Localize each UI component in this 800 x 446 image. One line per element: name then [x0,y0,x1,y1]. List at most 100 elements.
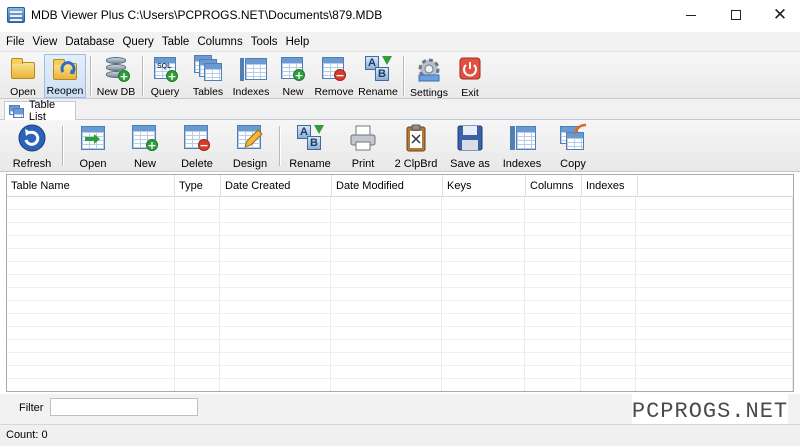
exit-button[interactable]: Exit [455,54,485,99]
copy-table-button[interactable]: Copy [556,123,590,171]
empty-grid-cell [331,288,442,300]
empty-grid-cell [7,340,175,352]
empty-grid-cell [220,249,332,261]
open-label: Open [10,86,36,98]
empty-grid-cell [331,249,442,261]
tables-button[interactable]: Tables [190,54,226,98]
new-table-label: New [133,158,156,170]
copy-table-icon [558,123,588,153]
reopen-label: Reopen [46,85,84,97]
save-as-button[interactable]: Save as [446,123,494,171]
empty-grid-cell [175,327,221,339]
empty-grid-cell [636,236,793,248]
query-button[interactable]: SQL + Query [148,54,182,98]
empty-grid-cell [175,314,221,326]
empty-grid-cell [525,223,581,235]
empty-grid-cell [175,223,221,235]
close-icon: ✕ [772,4,788,25]
empty-grid-cell [7,353,175,365]
status-bar: Count: 0 [0,424,800,446]
empty-grid-cell [581,236,637,248]
menu-columns[interactable]: Columns [193,33,246,51]
tables-icon [194,55,222,82]
empty-grid-cell [581,262,637,274]
empty-grid-cell [220,301,332,313]
empty-grid-cell [175,340,221,352]
menu-file[interactable]: File [2,33,29,51]
menu-bar: File View Database Query Table Columns T… [0,32,800,52]
menu-query[interactable]: Query [118,33,157,51]
empty-grid-cell [442,249,525,261]
empty-grid-cell [581,327,637,339]
empty-grid-cell [442,223,525,235]
maximize-button[interactable] [713,0,759,30]
close-button[interactable]: ✕ [757,0,800,30]
empty-grid-cell [7,379,175,391]
empty-grid-cell [636,366,793,378]
new-db-button[interactable]: + New DB [96,54,136,98]
empty-grid-cell [331,327,442,339]
empty-grid-row [7,379,793,391]
empty-grid-cell [175,275,221,287]
open-button[interactable]: Open [6,54,40,98]
new-table-button[interactable]: + New [278,54,308,98]
col-header-date-created[interactable]: Date Created [221,175,332,197]
tab-table-list[interactable]: Table List [4,99,76,123]
empty-grid-cell [331,366,442,378]
window-title: MDB Viewer Plus C:\Users\PCPROGS.NET\Doc… [31,8,383,22]
col-header-date-modified[interactable]: Date Modified [332,175,443,197]
empty-grid-cell [525,327,581,339]
empty-grid-row [7,275,793,288]
col-header-type[interactable]: Type [175,175,221,197]
refresh-button[interactable]: Refresh [10,123,54,171]
empty-grid-cell [331,223,442,235]
empty-grid-row [7,366,793,379]
col-header-table-name[interactable]: Table Name [7,175,175,197]
empty-grid-cell [636,327,793,339]
copy-to-clipboard-button[interactable]: 2 ClpBrd [392,123,440,171]
rename-table-button[interactable]: AB Rename [357,54,399,98]
menu-database[interactable]: Database [61,33,118,51]
reopen-button[interactable]: Reopen [44,54,86,98]
empty-grid-cell [7,314,175,326]
empty-grid-cell [636,288,793,300]
empty-grid-cell [636,353,793,365]
menu-help[interactable]: Help [282,33,314,51]
empty-grid-cell [525,314,581,326]
filter-input[interactable] [50,398,198,416]
delete-table-button[interactable]: − Delete [178,123,216,171]
empty-grid-cell [7,288,175,300]
col-header-columns[interactable]: Columns [526,175,582,197]
print-button[interactable]: Print [348,123,378,171]
empty-grid-cell [636,262,793,274]
empty-grid-cell [581,210,637,222]
col-header-keys[interactable]: Keys [443,175,526,197]
toolbar-divider [279,126,280,166]
reopen-folder-icon [51,56,79,81]
settings-button[interactable]: Settings [408,54,450,99]
indexes-button[interactable]: Indexes [230,54,272,98]
open-table-button[interactable]: Open [76,123,110,171]
empty-grid-cell [7,366,175,378]
table-indexes-button[interactable]: Indexes [498,123,546,171]
empty-grid-row [7,197,793,210]
tab-strip: Table List [0,99,800,123]
empty-grid-cell [331,275,442,287]
col-header-indexes[interactable]: Indexes [582,175,638,197]
empty-grid-cell [175,288,221,300]
empty-grid-cell [331,314,442,326]
empty-grid-cell [442,288,525,300]
new-db-label: New DB [96,86,136,98]
new-table-record-button[interactable]: + New [130,123,160,171]
menu-table[interactable]: Table [158,33,194,51]
rename-ab-icon: AB [295,123,325,153]
empty-grid-cell [581,301,637,313]
empty-grid-cell [442,340,525,352]
rename-table-button-2[interactable]: AB Rename [286,123,334,171]
remove-table-button[interactable]: − Remove [314,54,354,98]
minimize-button[interactable] [668,0,714,30]
table-list-grid[interactable]: Table Name Type Date Created Date Modifi… [6,174,794,392]
menu-view[interactable]: View [29,33,62,51]
design-table-button[interactable]: Design [230,123,270,171]
menu-tools[interactable]: Tools [247,33,282,51]
